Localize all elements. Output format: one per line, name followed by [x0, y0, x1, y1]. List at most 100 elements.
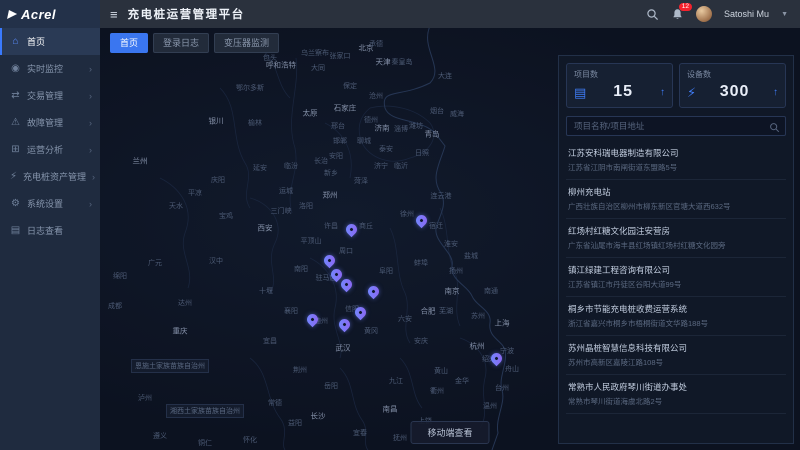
- acrel-logo-mark-icon: [7, 10, 18, 19]
- project-list-item[interactable]: 红场村红糖文化园注安营房 广东省汕尾市海丰县红场镇红场村红糖文化园旁: [566, 219, 786, 258]
- sidebar-item-transactions[interactable]: ⇄ 交易管理 ›: [0, 82, 100, 109]
- project-name: 红场村红糖文化园注安营房: [568, 225, 784, 237]
- devices-count: 300: [700, 83, 769, 101]
- menu-collapse-icon[interactable]: ≡: [110, 7, 118, 22]
- project-search: [566, 116, 786, 136]
- project-name: 镇江绿建工程咨询有限公司: [568, 264, 784, 276]
- logs-icon: ▤: [10, 225, 21, 236]
- project-name: 桐乡市节能充电桩收费运营系统: [568, 303, 784, 315]
- sidebar: Acrel ⌂ 首页 › ◉ 实时监控 › ⇄ 交易管理 › ⚠ 故障管理 › …: [0, 0, 100, 450]
- trend-up-icon: ↑: [773, 87, 778, 98]
- project-address: 常熟市琴川街道海虞北路2号: [568, 396, 784, 407]
- topbar-actions: 12 Satoshi Mu ▼: [646, 6, 788, 22]
- map-pin-icon[interactable]: [305, 312, 321, 328]
- chevron-right-icon: ›: [89, 145, 92, 155]
- page-title: 充电桩运营管理平台: [128, 6, 245, 22]
- chevron-right-icon: ›: [89, 91, 92, 101]
- map-pin-icon[interactable]: [414, 213, 430, 229]
- project-address: 广西壮族自治区柳州市柳东新区官塘大道西632号: [568, 201, 784, 212]
- projects-layers-icon: ▤: [574, 86, 586, 99]
- search-icon[interactable]: [769, 120, 780, 131]
- sidebar-item-analysis-chart[interactable]: ⊞ 运营分析 ›: [0, 136, 100, 163]
- sidebar-item-label: 故障管理: [27, 116, 63, 129]
- sidebar-item-label: 运营分析: [27, 143, 63, 156]
- projects-count: 15: [590, 83, 656, 101]
- sidebar-item-label: 首页: [27, 35, 45, 48]
- project-name: 常熟市人民政府琴川街道办事处: [568, 381, 784, 393]
- map-pin-icon[interactable]: [353, 305, 369, 321]
- stat-card-projects: 项目数 ▤ 15 ↑: [566, 63, 673, 108]
- sidebar-item-label: 充电桩资产管理: [23, 170, 86, 183]
- tab-label: 变压器监测: [224, 38, 269, 48]
- sidebar-item-settings-gear[interactable]: ⚙ 系统设置 ›: [0, 190, 100, 217]
- monitor-icon: ◉: [10, 63, 21, 74]
- project-list-item[interactable]: 镇江绿建工程咨询有限公司 江苏省镇江市丹徒区谷阳大道99号: [566, 258, 786, 297]
- project-list-item[interactable]: 柳州充电站 广西壮族自治区柳州市柳东新区官塘大道西632号: [566, 180, 786, 219]
- project-list-item[interactable]: 桐乡市节能充电桩收费运营系统 浙江省嘉兴市桐乡市梧桐街道文华路188号: [566, 297, 786, 336]
- project-address: 广东省汕尾市海丰县红场镇红场村红糖文化园旁: [568, 240, 784, 251]
- sidebar-item-logs[interactable]: ▤ 日志查看 ›: [0, 217, 100, 244]
- map-pin-icon[interactable]: [322, 253, 338, 269]
- chevron-right-icon: ›: [89, 199, 92, 209]
- sidebar-nav: ⌂ 首页 › ◉ 实时监控 › ⇄ 交易管理 › ⚠ 故障管理 › ⊞ 运营分析…: [0, 28, 100, 244]
- map-pin-icon[interactable]: [344, 222, 360, 238]
- project-list: 江苏安科瑞电器制造有限公司 江苏省江阴市南闸街道东盟路5号 柳州充电站 广西壮族…: [566, 141, 786, 437]
- project-search-input[interactable]: [566, 116, 786, 136]
- sidebar-item-charger-asset[interactable]: ⚡ 充电桩资产管理 ›: [0, 163, 100, 190]
- tab[interactable]: 首页: [110, 33, 148, 53]
- tab-label: 首页: [120, 38, 138, 48]
- sidebar-item-home[interactable]: ⌂ 首页 ›: [0, 28, 100, 55]
- tab-bar: 首页 登录日志 变压器监测: [110, 33, 279, 53]
- sidebar-item-label: 系统设置: [27, 197, 63, 210]
- project-list-item[interactable]: 常熟市人民政府琴川街道办事处 常熟市琴川街道海虞北路2号: [566, 375, 786, 414]
- chevron-right-icon: ›: [89, 118, 92, 128]
- map-pin-icon[interactable]: [339, 277, 355, 293]
- map-pin-icon[interactable]: [337, 317, 353, 333]
- settings-gear-icon: ⚙: [10, 198, 21, 209]
- project-address: 苏州市高新区嘉陵江路108号: [568, 357, 784, 368]
- map-pin-icon[interactable]: [489, 351, 505, 367]
- charger-asset-icon: ⚡: [10, 171, 17, 182]
- mobile-view-button[interactable]: 移动端查看: [410, 421, 489, 444]
- project-list-item[interactable]: 江苏安科瑞电器制造有限公司 江苏省江阴市南闸街道东盟路5号: [566, 141, 786, 180]
- stat-card-devices: 设备数 ⚡ 300 ↑: [679, 63, 786, 108]
- topbar: ≡ 充电桩运营管理平台 12 Satoshi Mu ▼: [100, 0, 800, 28]
- user-name[interactable]: Satoshi Mu: [724, 9, 769, 19]
- notification-badge: 12: [679, 3, 692, 11]
- fault-alert-icon: ⚠: [10, 117, 21, 128]
- project-name: 柳州充电站: [568, 186, 784, 198]
- acrel-logo-text: Acrel: [21, 7, 56, 22]
- project-name: 苏州晶桩智慧信息科技有限公司: [568, 342, 784, 354]
- sidebar-item-fault-alert[interactable]: ⚠ 故障管理 ›: [0, 109, 100, 136]
- chevron-right-icon: ›: [89, 64, 92, 74]
- project-address: 江苏省江阴市南闸街道东盟路5号: [568, 162, 784, 173]
- user-avatar[interactable]: [696, 6, 712, 22]
- tab-label: 登录日志: [163, 38, 199, 48]
- tab[interactable]: 登录日志: [153, 33, 209, 53]
- stat-label: 项目数: [574, 69, 665, 80]
- project-name: 江苏安科瑞电器制造有限公司: [568, 147, 784, 159]
- project-address: 浙江省嘉兴市桐乡市梧桐街道文华路188号: [568, 318, 784, 329]
- user-menu-chevron-down-icon[interactable]: ▼: [781, 11, 788, 18]
- project-list-item[interactable]: 苏州晶桩智慧信息科技有限公司 苏州市高新区嘉陵江路108号: [566, 336, 786, 375]
- trend-up-icon: ↑: [660, 87, 665, 98]
- logo-row: Acrel: [0, 0, 100, 28]
- transactions-icon: ⇄: [10, 90, 21, 101]
- content: 北京天津石家庄太原济南青岛西安郑州合肥南京上海杭州武汉长沙南昌重庆兰州银川呼和浩…: [100, 28, 800, 450]
- app-root: Acrel ⌂ 首页 › ◉ 实时监控 › ⇄ 交易管理 › ⚠ 故障管理 › …: [0, 0, 800, 450]
- chevron-right-icon: ›: [92, 172, 95, 182]
- search-icon[interactable]: [646, 8, 659, 21]
- sidebar-item-label: 日志查看: [27, 224, 63, 237]
- main-area: ≡ 充电桩运营管理平台 12 Satoshi Mu ▼: [100, 0, 800, 450]
- stat-label: 设备数: [687, 69, 778, 80]
- sidebar-item-monitor[interactable]: ◉ 实时监控 ›: [0, 55, 100, 82]
- stat-cards: 项目数 ▤ 15 ↑ 设备数 ⚡ 300 ↑: [559, 56, 793, 115]
- project-address: 江苏省镇江市丹徒区谷阳大道99号: [568, 279, 784, 290]
- notifications-bell-icon[interactable]: 12: [671, 8, 684, 21]
- sidebar-item-label: 实时监控: [27, 62, 63, 75]
- analysis-chart-icon: ⊞: [10, 144, 21, 155]
- tab[interactable]: 变压器监测: [214, 33, 279, 53]
- map-pin-icon[interactable]: [366, 284, 382, 300]
- sidebar-item-label: 交易管理: [27, 89, 63, 102]
- project-panel: 项目数 ▤ 15 ↑ 设备数 ⚡ 300 ↑: [558, 55, 794, 444]
